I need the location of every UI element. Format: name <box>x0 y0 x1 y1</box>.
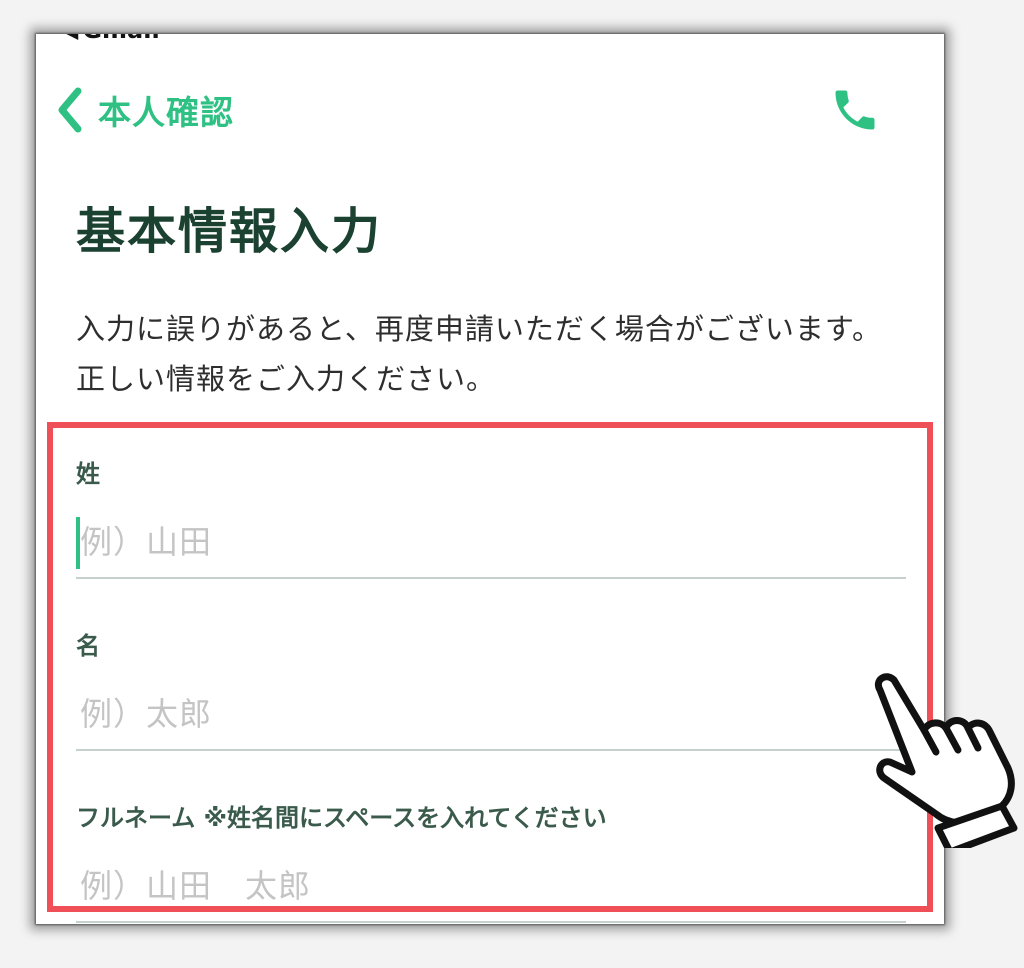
phone-screen: ◀ Gmail 本人確認 基本情報入力 入力に誤りがあると、再度申請いただく場合が… <box>36 34 944 924</box>
first-name-label: 名 <box>76 632 100 660</box>
status-back-label: Gmail <box>82 34 159 44</box>
last-name-input[interactable]: 例）山田 <box>76 511 906 579</box>
chevron-left-icon <box>56 87 84 133</box>
last-name-field: 姓 例）山田 <box>76 454 906 579</box>
last-name-label: 姓 <box>76 460 100 488</box>
screenshot-stage: ◀ Gmail 本人確認 基本情報入力 入力に誤りがあると、再度申請いただく場合が… <box>0 0 1024 968</box>
first-name-input[interactable]: 例）太郎 <box>76 683 906 751</box>
full-name-placeholder: 例）山田 太郎 <box>80 867 312 905</box>
phone-icon[interactable] <box>829 84 881 136</box>
nav-back-label: 本人確認 <box>98 93 234 132</box>
full-name-input[interactable]: 例）山田 太郎 <box>76 855 906 923</box>
pointing-hand-icon <box>862 668 1022 856</box>
first-name-placeholder: 例）太郎 <box>80 695 213 733</box>
nav-back-button[interactable]: 本人確認 <box>56 82 234 138</box>
status-back-to-app[interactable]: ◀ Gmail <box>66 34 160 44</box>
last-name-placeholder: 例）山田 <box>80 523 213 561</box>
back-triangle-icon: ◀ <box>66 34 78 42</box>
full-name-label: フルネーム ※姓名間にスペースを入れてください <box>76 804 607 832</box>
full-name-field: フルネーム ※姓名間にスペースを入れてください 例）山田 太郎 <box>76 798 906 923</box>
page-title: 基本情報入力 <box>76 203 383 260</box>
first-name-field: 名 例）太郎 <box>76 626 906 751</box>
notice-text: 入力に誤りがあると、再度申請いただく場合がございます。正しい情報をご入力ください… <box>76 312 882 396</box>
